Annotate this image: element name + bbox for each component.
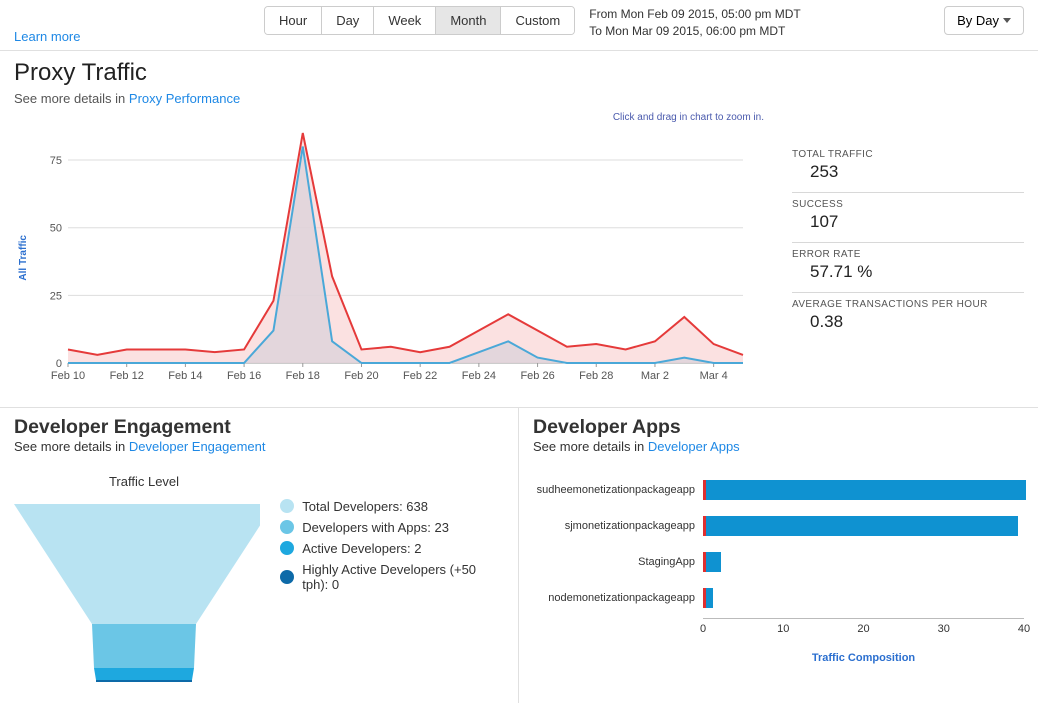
legend-item: Developers with Apps: 23: [280, 520, 504, 535]
svg-text:Feb 16: Feb 16: [227, 370, 261, 382]
stat-value: 253: [792, 162, 1024, 182]
range-month-button[interactable]: Month: [436, 7, 501, 34]
funnel-legend: Total Developers: 638 Developers with App…: [280, 499, 504, 598]
svg-text:Mar 4: Mar 4: [700, 370, 728, 382]
legend-item: Highly Active Developers (+50 tph): 0: [280, 562, 504, 592]
stat-label: AVERAGE TRANSACTIONS PER HOUR: [792, 299, 1024, 310]
legend-swatch: [280, 541, 294, 555]
proxy-traffic-title: Proxy Traffic: [14, 59, 1024, 87]
legend-item: Total Developers: 638: [280, 499, 504, 514]
bar-error-segment: [703, 552, 706, 572]
learn-more-link[interactable]: Learn more: [14, 29, 80, 44]
stat-value: 0.38: [792, 312, 1024, 332]
svg-text:Feb 20: Feb 20: [344, 370, 378, 382]
svg-text:Feb 14: Feb 14: [168, 370, 202, 382]
range-hour-button[interactable]: Hour: [265, 7, 322, 34]
bar-fill: [705, 480, 1026, 500]
svg-text:Feb 28: Feb 28: [579, 370, 613, 382]
zoom-hint: Click and drag in chart to zoom in.: [14, 112, 1024, 123]
bar-row: sjmonetizationpackageapp: [533, 510, 1024, 542]
axis-tick: 10: [777, 623, 789, 635]
axis-tick: 40: [1018, 623, 1030, 635]
legend-label: Active Developers: 2: [302, 541, 421, 556]
svg-text:50: 50: [50, 222, 62, 234]
stat-value: 57.71 %: [792, 262, 1024, 282]
stats-panel: TOTAL TRAFFIC 253 SUCCESS 107 ERROR RATE…: [774, 123, 1024, 393]
proxy-traffic-subtitle: See more details in Proxy Performance: [14, 91, 1024, 106]
date-range-display: From Mon Feb 09 2015, 05:00 pm MDT To Mo…: [589, 6, 800, 40]
stat-label: TOTAL TRAFFIC: [792, 149, 1024, 160]
proxy-performance-link[interactable]: Proxy Performance: [129, 91, 240, 106]
stat-label: ERROR RATE: [792, 249, 1024, 260]
range-button-group: HourDayWeekMonthCustom: [264, 6, 575, 35]
svg-text:Feb 18: Feb 18: [286, 370, 320, 382]
svg-text:Feb 24: Feb 24: [462, 370, 496, 382]
svg-text:Feb 12: Feb 12: [110, 370, 144, 382]
dev-apps-chart[interactable]: sudheemonetizationpackageapp sjmonetizati…: [533, 474, 1024, 614]
dev-engagement-link[interactable]: Developer Engagement: [129, 439, 266, 454]
svg-text:0: 0: [56, 358, 62, 370]
bar-error-segment: [703, 480, 706, 500]
funnel-chart[interactable]: [14, 499, 260, 689]
axis-tick: 20: [857, 623, 869, 635]
bar-row: nodemonetizationpackageapp: [533, 582, 1024, 614]
svg-text:25: 25: [50, 290, 62, 302]
range-week-button[interactable]: Week: [374, 7, 436, 34]
legend-label: Highly Active Developers (+50 tph): 0: [302, 562, 504, 592]
stat-value: 107: [792, 212, 1024, 232]
svg-text:Feb 26: Feb 26: [520, 370, 554, 382]
bar-label: StagingApp: [533, 556, 703, 568]
svg-text:75: 75: [50, 155, 62, 167]
legend-swatch: [280, 520, 294, 534]
legend-item: Active Developers: 2: [280, 541, 504, 556]
legend-label: Total Developers: 638: [302, 499, 428, 514]
chevron-down-icon: [1003, 18, 1011, 23]
bar-fill: [705, 552, 721, 572]
bar-label: sudheemonetizationpackageapp: [533, 484, 703, 496]
dev-apps-link[interactable]: Developer Apps: [648, 439, 740, 454]
range-day-button[interactable]: Day: [322, 7, 374, 34]
range-custom-button[interactable]: Custom: [501, 7, 574, 34]
bar-fill: [705, 516, 1018, 536]
axis-tick: 30: [938, 623, 950, 635]
bar-error-segment: [703, 588, 706, 608]
legend-swatch: [280, 570, 294, 584]
bar-error-segment: [703, 516, 706, 536]
y-axis-label: All Traffic: [14, 235, 33, 281]
funnel-title: Traffic Level: [14, 474, 274, 489]
bar-row: StagingApp: [533, 546, 1024, 578]
bar-label: nodemonetizationpackageapp: [533, 592, 703, 604]
axis-tick: 0: [700, 623, 706, 635]
stat-label: SUCCESS: [792, 199, 1024, 210]
dev-apps-title: Developer Apps: [533, 416, 1024, 439]
bar-axis-title: Traffic Composition: [703, 652, 1024, 664]
bar-fill: [705, 588, 713, 608]
dev-engagement-title: Developer Engagement: [14, 416, 504, 439]
bar-row: sudheemonetizationpackageapp: [533, 474, 1024, 506]
bar-label: sjmonetizationpackageapp: [533, 520, 703, 532]
svg-text:Mar 2: Mar 2: [641, 370, 669, 382]
svg-text:Feb 10: Feb 10: [51, 370, 85, 382]
proxy-traffic-chart[interactable]: 0 25 50 75 Feb 10 Feb 12 Feb 14 Feb 16 Feb 18 Feb…: [33, 123, 774, 393]
svg-text:Feb 22: Feb 22: [403, 370, 437, 382]
legend-swatch: [280, 499, 294, 513]
granularity-dropdown[interactable]: By Day: [944, 6, 1024, 35]
legend-label: Developers with Apps: 23: [302, 520, 449, 535]
